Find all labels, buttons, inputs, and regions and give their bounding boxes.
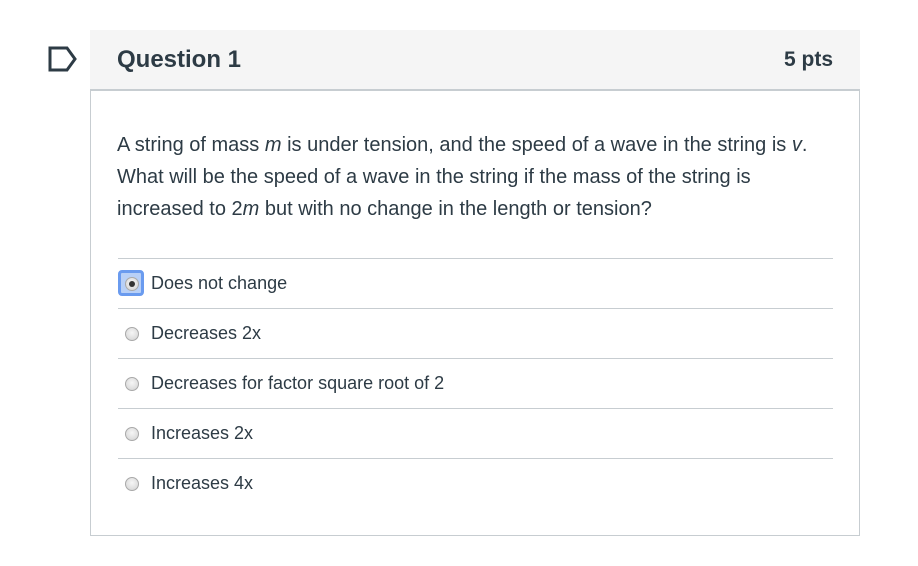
answer-option-4[interactable]: Increases 2x (118, 408, 833, 458)
question-points: 5 pts (783, 47, 833, 71)
answer-option-1[interactable]: Does not change (118, 258, 833, 308)
flag-question-icon[interactable] (48, 46, 78, 72)
question-title: Question 1 (117, 45, 242, 73)
answer-label[interactable]: Increases 2x (151, 423, 253, 444)
question-body: A string of mass m is under tension, and… (90, 91, 860, 536)
answer-label[interactable]: Does not change (151, 273, 287, 294)
answer-label[interactable]: Decreases for factor square root of 2 (151, 373, 444, 394)
radio-button[interactable] (125, 376, 139, 391)
answer-label[interactable]: Decreases 2x (151, 323, 261, 344)
answer-option-5[interactable]: Increases 4x (118, 458, 833, 508)
answer-option-3[interactable]: Decreases for factor square root of 2 (118, 358, 833, 408)
radio-button[interactable] (125, 476, 139, 491)
answer-label[interactable]: Increases 4x (151, 473, 253, 494)
answer-option-2[interactable]: Decreases 2x (118, 308, 833, 358)
radio-button[interactable] (125, 326, 139, 341)
question-card: Question 1 5 pts A string of mass m is u… (90, 30, 860, 536)
question-header: Question 1 5 pts (90, 30, 860, 91)
radio-button-checked[interactable] (125, 276, 139, 291)
radio-button[interactable] (125, 426, 139, 441)
question-text: A string of mass m is under tension, and… (117, 134, 808, 220)
answer-list: Does not change Decreases 2x Decreases f… (118, 258, 833, 508)
